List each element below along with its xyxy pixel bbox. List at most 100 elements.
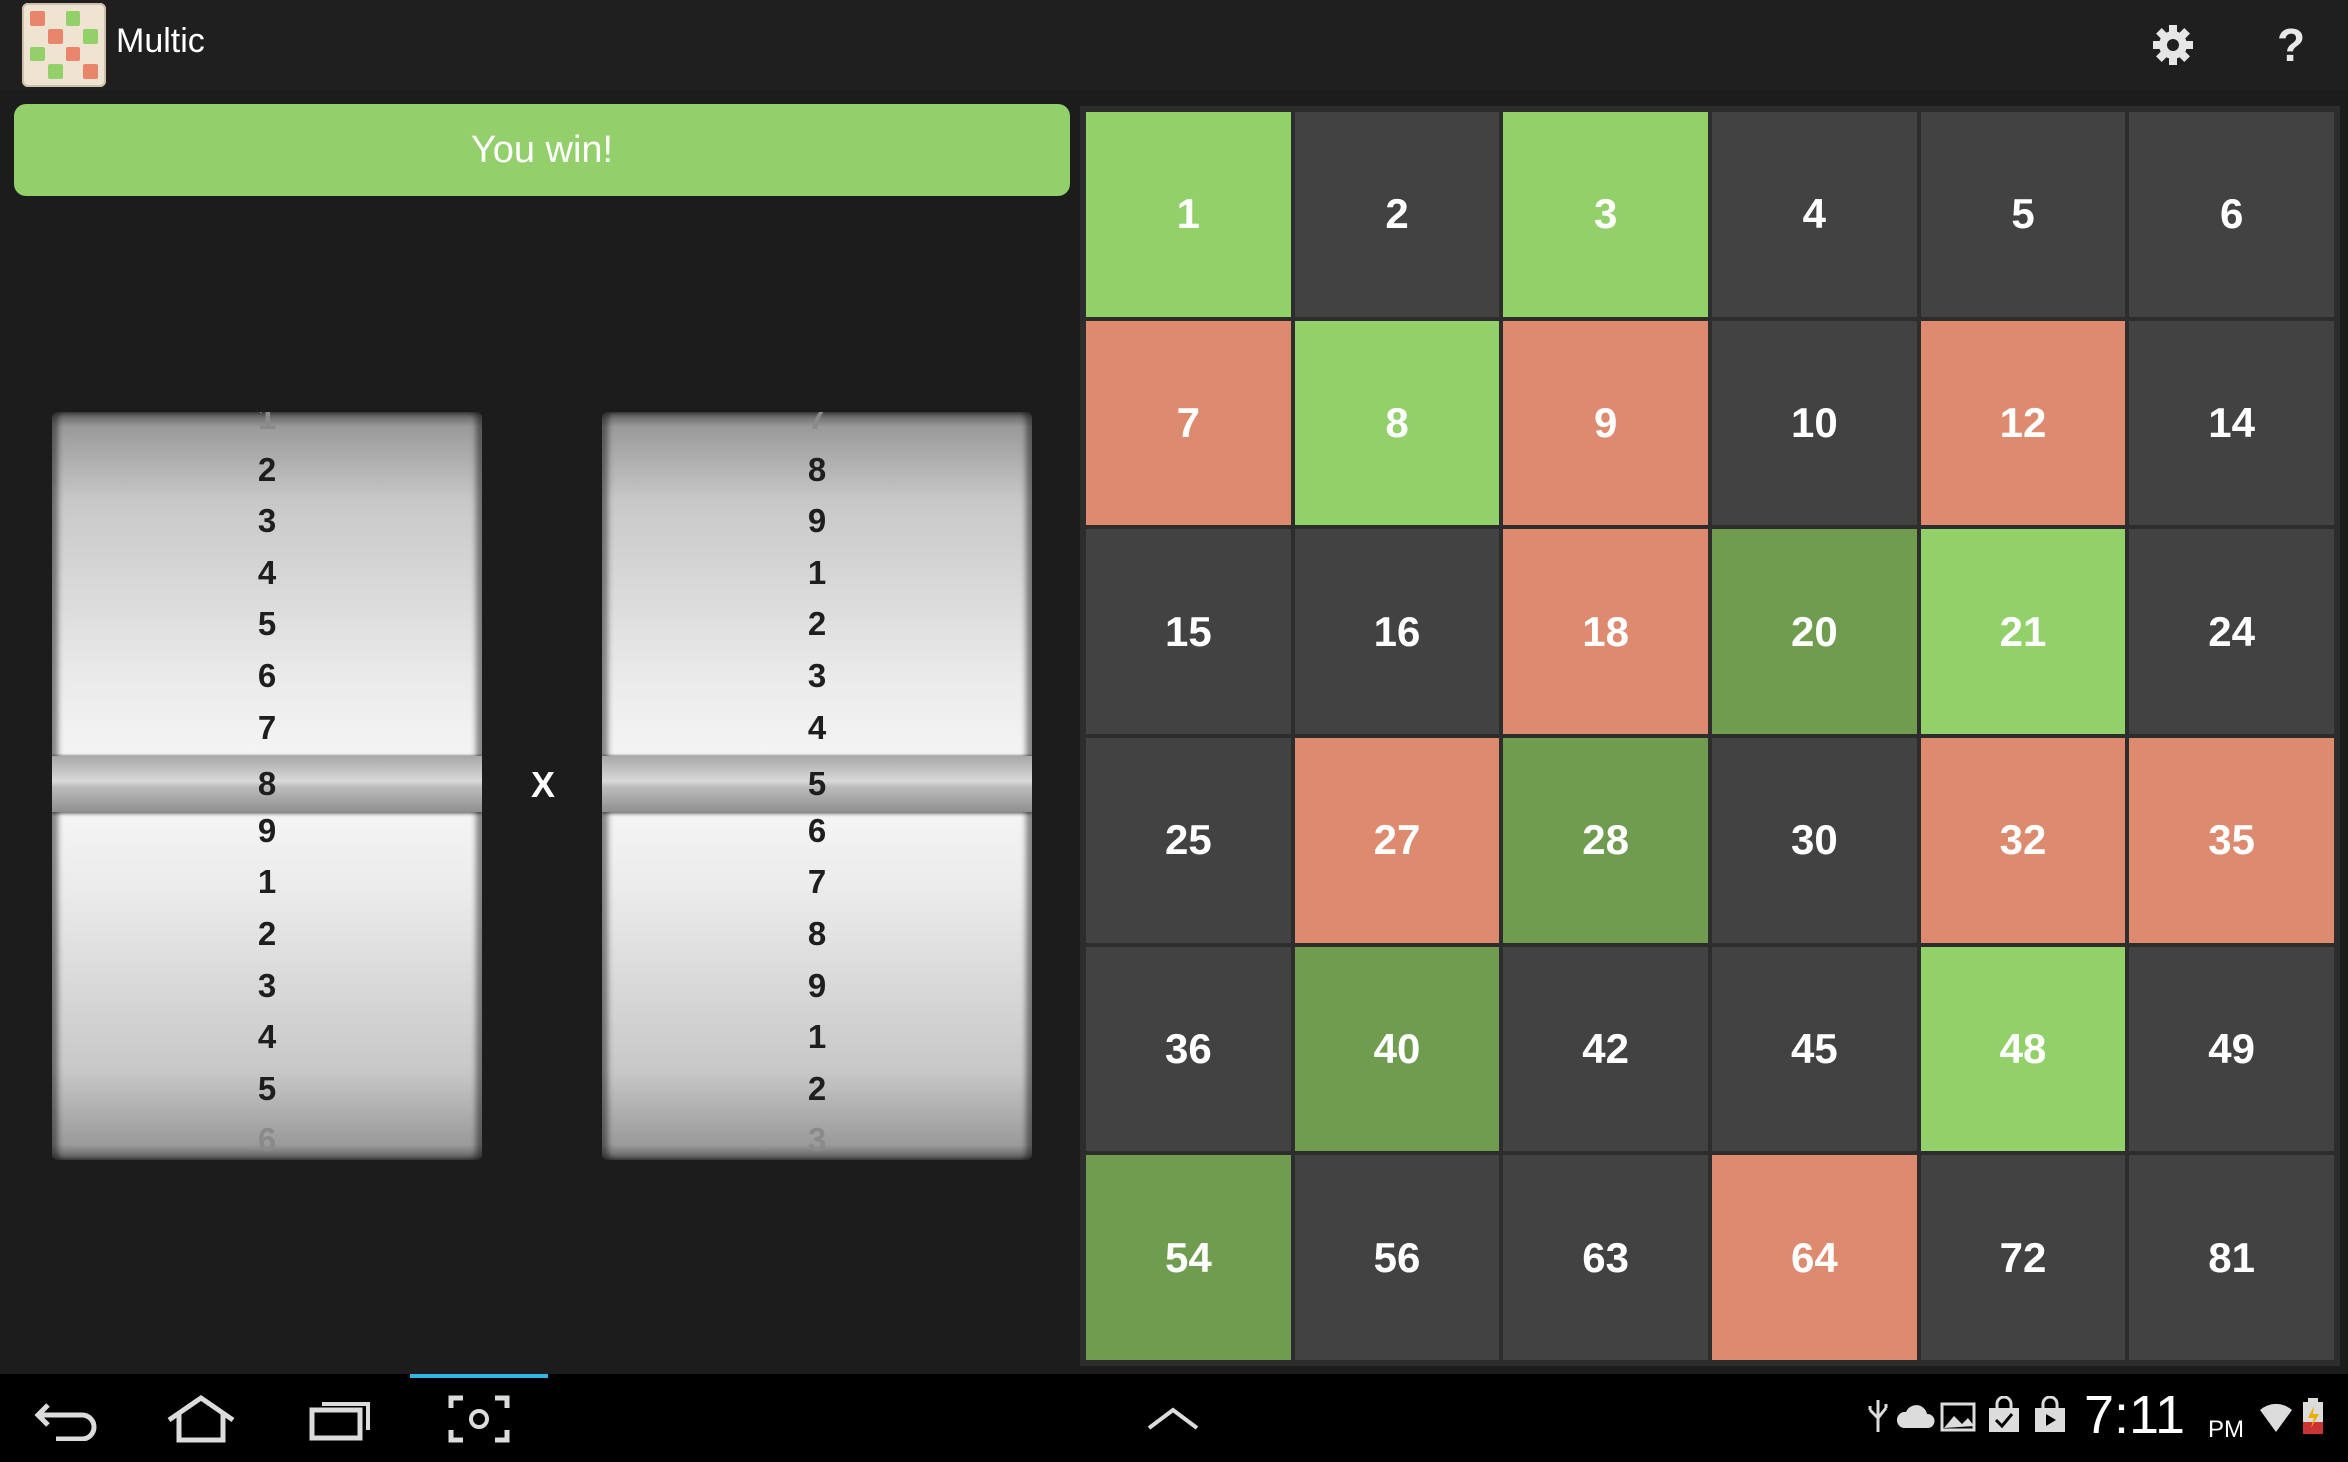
board-cell-3[interactable]: 3: [1503, 112, 1708, 317]
chevron-up-icon: [1147, 1407, 1199, 1430]
screenshot-button[interactable]: [434, 1388, 524, 1450]
board-cell-36[interactable]: 36: [1086, 946, 1291, 1152]
board-cell-42[interactable]: 42: [1503, 946, 1708, 1152]
icon-tile: [30, 64, 45, 79]
wheel-number[interactable]: 6: [602, 805, 1032, 857]
icon-tile: [65, 46, 81, 62]
board-cell-54[interactable]: 54: [1086, 1155, 1291, 1360]
expand-button[interactable]: [1128, 1388, 1218, 1450]
wheel-number[interactable]: 7: [602, 412, 1032, 444]
action-bar: Multic ?: [0, 0, 2348, 90]
icon-tile: [47, 46, 63, 62]
left-number-wheel[interactable]: 123456789123456 8: [52, 412, 482, 1160]
board-cell-35[interactable]: 35: [2129, 738, 2334, 943]
screenshot-icon: [448, 1395, 510, 1443]
board-cell-32[interactable]: 32: [1920, 738, 2126, 943]
icon-tile: [47, 28, 63, 44]
board-cell-15[interactable]: 15: [1086, 529, 1291, 734]
icon-tile: [30, 28, 45, 44]
wheel-number[interactable]: 9: [602, 960, 1032, 1012]
wheel-number[interactable]: 3: [52, 960, 482, 1012]
gear-icon: [2153, 25, 2193, 65]
play-store-icon: [2035, 1396, 2065, 1432]
app-title: Multic: [116, 22, 205, 60]
board-cell-63[interactable]: 63: [1503, 1155, 1708, 1360]
icon-tile: [65, 28, 81, 44]
board-cell-56[interactable]: 56: [1294, 1155, 1500, 1360]
settings-button[interactable]: [2138, 10, 2208, 80]
right-number-wheel[interactable]: 789123456789123 5: [602, 412, 1032, 1160]
board-cell-72[interactable]: 72: [1920, 1155, 2126, 1360]
help-button[interactable]: ?: [2256, 10, 2326, 80]
wheel-number[interactable]: 5: [52, 1063, 482, 1115]
wheel-number[interactable]: 5: [52, 598, 482, 650]
board-cell-25[interactable]: 25: [1086, 738, 1291, 943]
board-cell-40[interactable]: 40: [1294, 946, 1500, 1152]
wheel-number[interactable]: 1: [52, 856, 482, 908]
icon-tile: [83, 11, 98, 26]
board-cell-28[interactable]: 28: [1503, 738, 1708, 943]
battery-icon: [2303, 1398, 2323, 1434]
home-button[interactable]: [156, 1388, 246, 1450]
icon-tile: [30, 11, 45, 26]
board-cell-30[interactable]: 30: [1712, 738, 1917, 943]
board-cell-9[interactable]: 9: [1503, 320, 1708, 526]
board-cell-45[interactable]: 45: [1712, 946, 1917, 1152]
wheel-number[interactable]: 1: [602, 1011, 1032, 1063]
wheel-number[interactable]: 2: [602, 1063, 1032, 1115]
icon-tile: [47, 64, 63, 79]
wheel-number[interactable]: 4: [602, 702, 1032, 754]
icon-tile: [47, 11, 63, 26]
recent-apps-button[interactable]: [296, 1388, 386, 1450]
shopping-bag-icon: [1989, 1396, 2019, 1432]
board-cell-21[interactable]: 21: [1920, 529, 2126, 734]
cloud-upload-icon: [1896, 1405, 1935, 1428]
board-cell-7[interactable]: 7: [1086, 320, 1291, 526]
wheel-selection: 8: [52, 756, 482, 812]
board-cell-18[interactable]: 18: [1503, 529, 1708, 734]
board-cell-6[interactable]: 6: [2129, 112, 2334, 317]
board-cell-16[interactable]: 16: [1294, 529, 1500, 734]
wheel-number[interactable]: 8: [602, 908, 1032, 960]
wheel-number[interactable]: 9: [602, 495, 1032, 547]
board-cell-20[interactable]: 20: [1712, 529, 1917, 734]
board-cell-14[interactable]: 14: [2129, 320, 2334, 526]
wheel-number[interactable]: 8: [602, 444, 1032, 496]
board-cell-64[interactable]: 64: [1712, 1155, 1917, 1360]
board-cell-48[interactable]: 48: [1920, 946, 2126, 1152]
wheel-number[interactable]: 1: [52, 412, 482, 444]
wifi-icon: [2260, 1403, 2292, 1432]
wheel-number[interactable]: 6: [52, 1114, 482, 1160]
icon-tile: [65, 11, 81, 26]
board-cell-24[interactable]: 24: [2129, 529, 2334, 734]
wheel-number[interactable]: 7: [52, 702, 482, 754]
board-cell-5[interactable]: 5: [1920, 112, 2126, 317]
board-cell-12[interactable]: 12: [1920, 320, 2126, 526]
board-cell-49[interactable]: 49: [2129, 946, 2334, 1152]
board-cell-1[interactable]: 1: [1086, 112, 1291, 317]
wheel-number[interactable]: 2: [52, 444, 482, 496]
wheel-number[interactable]: 3: [602, 650, 1032, 702]
icon-tile: [83, 28, 98, 44]
board-cell-81[interactable]: 81: [2129, 1155, 2334, 1360]
board-cell-4[interactable]: 4: [1712, 112, 1917, 317]
board-cell-8[interactable]: 8: [1294, 320, 1500, 526]
wheel-number[interactable]: 4: [52, 1011, 482, 1063]
wheel-number[interactable]: 1: [602, 547, 1032, 599]
wheel-number[interactable]: 3: [602, 1114, 1032, 1160]
wheel-number[interactable]: 9: [52, 805, 482, 857]
back-button[interactable]: [22, 1388, 112, 1450]
board-cell-10[interactable]: 10: [1712, 320, 1917, 526]
board-cell-2[interactable]: 2: [1294, 112, 1500, 317]
wheel-number[interactable]: 2: [52, 908, 482, 960]
board-cell-27[interactable]: 27: [1294, 738, 1500, 943]
clock-ampm: PM: [2208, 1416, 2244, 1443]
wheel-number[interactable]: 2: [602, 598, 1032, 650]
back-icon: [34, 1403, 97, 1441]
wheel-number[interactable]: 4: [52, 547, 482, 599]
wheel-number[interactable]: 6: [52, 650, 482, 702]
app-grid-icon[interactable]: [22, 3, 106, 87]
wheel-number[interactable]: 7: [602, 856, 1032, 908]
usb-icon: [1868, 1400, 1888, 1432]
wheel-number[interactable]: 3: [52, 495, 482, 547]
